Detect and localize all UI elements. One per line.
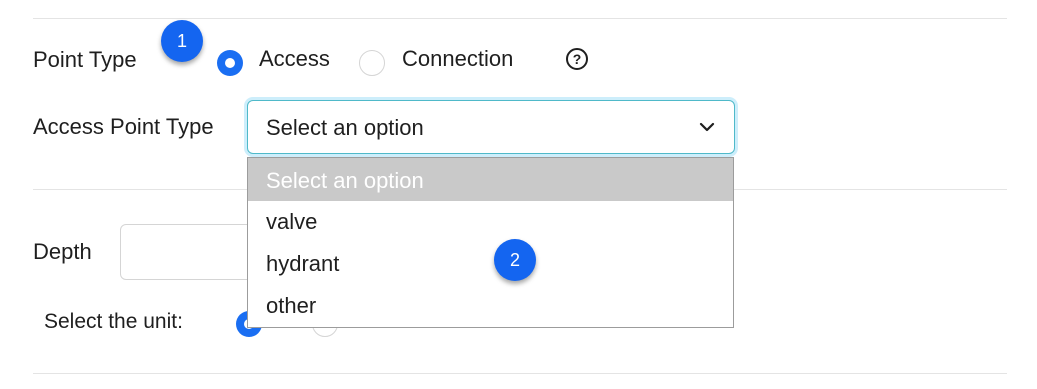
access-point-type-select[interactable]: Select an option xyxy=(247,100,735,154)
step-badge-2: 2 xyxy=(494,239,536,281)
depth-label: Depth xyxy=(33,239,92,264)
depth-input[interactable] xyxy=(120,224,260,280)
access-point-type-dropdown: Select an option valve hydrant other xyxy=(247,157,734,328)
connection-radio-label[interactable]: Connection xyxy=(402,46,513,72)
top-divider xyxy=(33,18,1007,19)
point-type-label: Point Type xyxy=(33,47,137,72)
help-icon[interactable]: ? xyxy=(566,48,588,70)
dropdown-option-valve[interactable]: valve xyxy=(248,201,733,243)
dropdown-option-hydrant[interactable]: hydrant xyxy=(248,243,733,285)
access-point-type-label: Access Point Type xyxy=(33,114,214,139)
dropdown-option-other[interactable]: other xyxy=(248,285,733,327)
access-radio[interactable] xyxy=(217,50,243,76)
unit-label: Select the unit: xyxy=(44,310,183,333)
chevron-down-icon xyxy=(699,122,715,132)
access-radio-label[interactable]: Access xyxy=(259,46,330,72)
connection-radio[interactable] xyxy=(359,50,385,76)
bottom-divider xyxy=(33,373,1007,374)
dropdown-option-select-an-option[interactable]: Select an option xyxy=(248,158,733,201)
select-value: Select an option xyxy=(266,115,424,140)
step-badge-1: 1 xyxy=(161,20,203,62)
